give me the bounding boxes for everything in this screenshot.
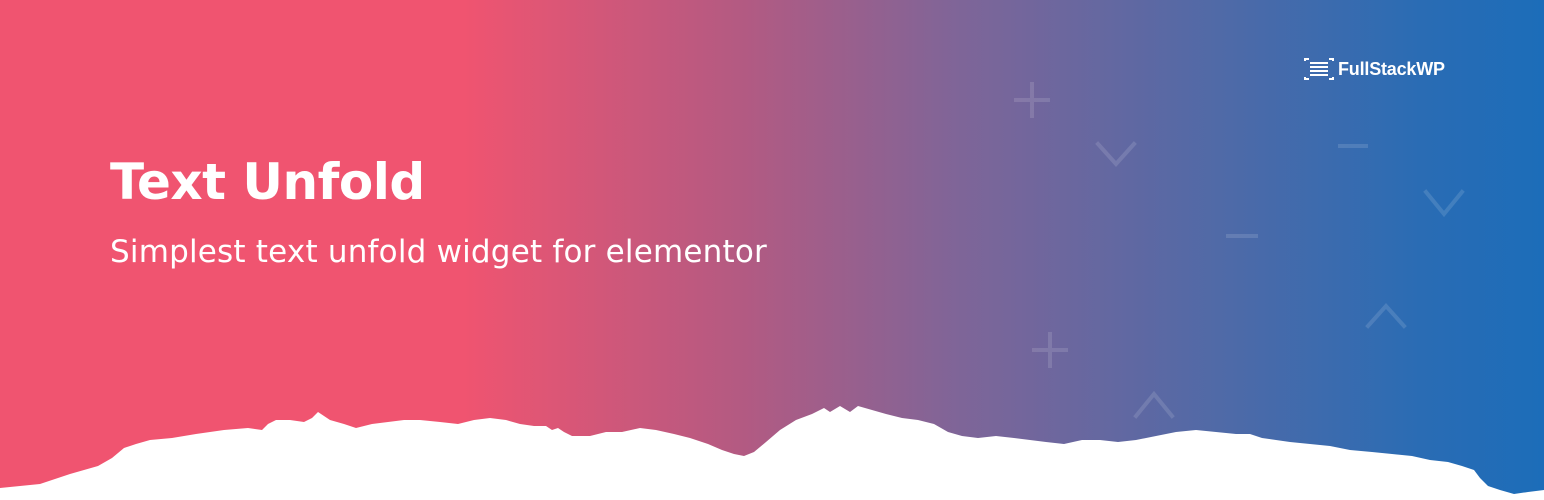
plugin-banner: FullStackWP Text Unfold Simplest text un… — [0, 0, 1544, 500]
torn-paper-edge — [0, 406, 1544, 500]
